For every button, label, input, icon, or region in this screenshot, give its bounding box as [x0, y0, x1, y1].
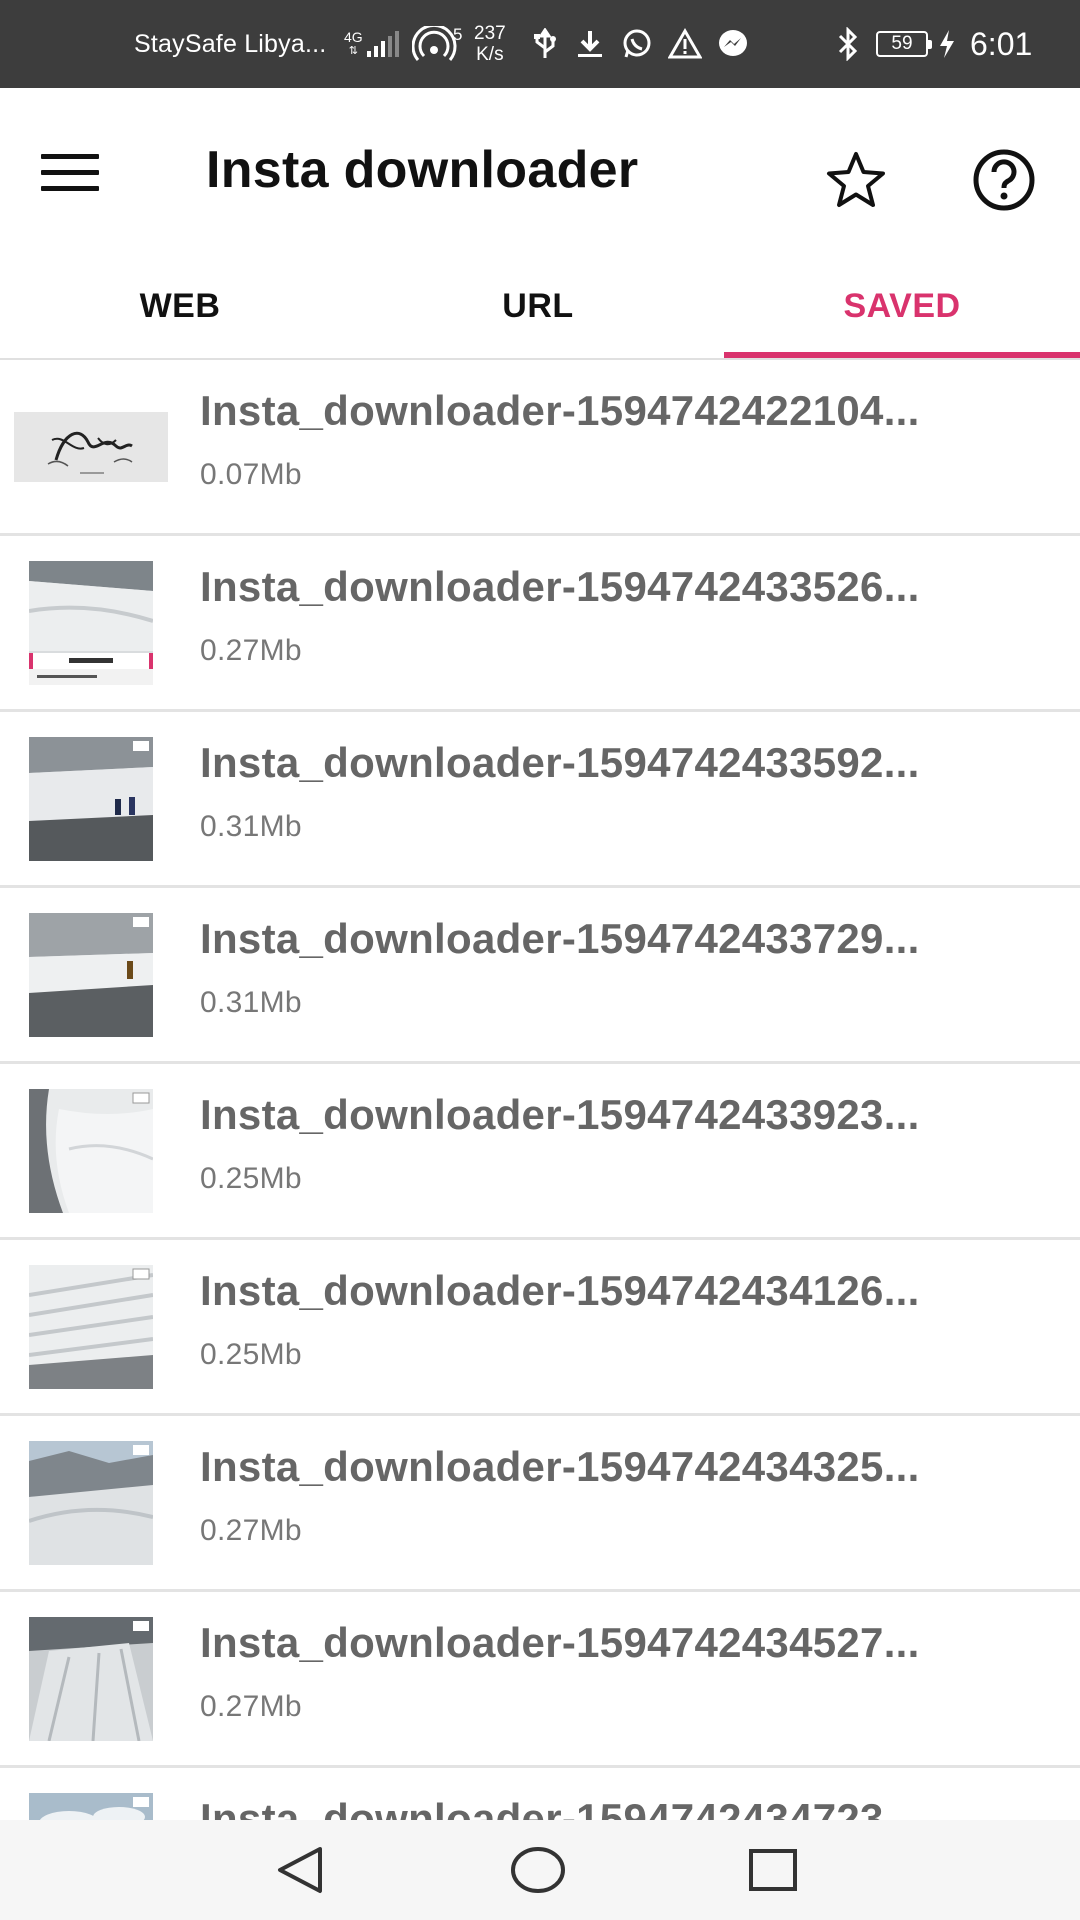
thumbnail-glacier-clouds: [29, 1793, 153, 1820]
battery-level: 59: [891, 33, 913, 54]
recents-icon[interactable]: [738, 1840, 808, 1900]
file-name: Insta_downloader-1594742434325...: [200, 1443, 920, 1490]
file-size: 0.31Mb: [200, 810, 302, 843]
bluetooth-icon: [836, 0, 860, 88]
file-name: Insta_downloader-1594742434723...: [200, 1795, 920, 1820]
network-type-label: 4G: [344, 29, 363, 45]
menu-icon[interactable]: [30, 132, 110, 212]
thumbnail-glacier-folds: [29, 1265, 153, 1389]
list-item[interactable]: Insta_downloader-1594742434325... 0.27Mb: [0, 1416, 1080, 1592]
download-icon: [578, 31, 602, 57]
network-speed: 237 K/s: [474, 0, 506, 88]
thumbnail-glacier-person: [29, 913, 153, 1037]
file-size: 0.27Mb: [200, 1514, 302, 1547]
list-item[interactable]: Insta_downloader-1594742434527... 0.27Mb: [0, 1592, 1080, 1768]
hotspot-icon: 5: [412, 0, 464, 88]
app-bar: Insta downloader: [0, 88, 1080, 254]
speed-value: 237: [474, 23, 506, 44]
file-size: 0.07Mb: [200, 458, 302, 491]
star-icon[interactable]: [816, 140, 896, 220]
speed-unit: K/s: [476, 44, 504, 65]
hotspot-count: 5: [453, 26, 462, 44]
file-name: Insta_downloader-1594742422104...: [200, 387, 920, 434]
thumbnail-glacier-slope: [29, 1617, 153, 1741]
file-name: Insta_downloader-1594742433923...: [200, 1091, 920, 1138]
tab-bar: WEB URL SAVED: [0, 254, 1080, 361]
status-bar: StaySafe Libya... 4G ⇅ 5 237 K/s 59 6:01: [0, 0, 1080, 88]
list-item[interactable]: Insta_downloader-1594742434126... 0.25Mb: [0, 1240, 1080, 1416]
tab-web[interactable]: WEB: [0, 254, 360, 358]
thumbnail-glacier-cover: [29, 1089, 153, 1213]
tab-indicator: [724, 352, 1080, 358]
carrier-name: StaySafe Libya...: [134, 29, 327, 58]
list-item[interactable]: Insta_downloader-1594742433592... 0.31Mb: [0, 712, 1080, 888]
system-nav-bar: [0, 1820, 1080, 1920]
clock: 6:01: [970, 25, 1033, 62]
messenger-icon: [719, 30, 747, 56]
file-size: 0.27Mb: [200, 634, 302, 667]
list-item[interactable]: Insta_downloader-1594742422104... 0.07Mb: [0, 360, 1080, 536]
warning-icon: [668, 28, 702, 59]
file-size: 0.25Mb: [200, 1338, 302, 1371]
home-icon[interactable]: [503, 1840, 573, 1900]
list-item[interactable]: Insta_downloader-1594742433923... 0.25Mb: [0, 1064, 1080, 1240]
file-size: 0.25Mb: [200, 1162, 302, 1195]
thumbnail-glacier-caption: [29, 561, 153, 685]
tab-url[interactable]: URL: [358, 254, 718, 358]
tab-saved[interactable]: SAVED: [724, 254, 1080, 358]
usb-icon: [534, 28, 556, 58]
help-icon[interactable]: [964, 140, 1044, 220]
file-size: 0.27Mb: [200, 1690, 302, 1723]
page-title: Insta downloader: [206, 141, 639, 199]
network-type: 4G ⇅: [344, 29, 363, 57]
list-item[interactable]: Insta_downloader-1594742434723...: [0, 1768, 1080, 1820]
file-name: Insta_downloader-1594742434527...: [200, 1619, 920, 1666]
file-name: Insta_downloader-1594742433592...: [200, 739, 920, 786]
notification-icons: [530, 0, 750, 88]
list-item[interactable]: Insta_downloader-1594742433526... 0.27Mb: [0, 536, 1080, 712]
battery-icon: 59: [876, 0, 958, 88]
thumbnail-glacier-hikers: [29, 737, 153, 861]
back-icon[interactable]: [266, 1840, 336, 1900]
signal-bars-icon: [366, 0, 402, 88]
file-name: Insta_downloader-1594742434126...: [200, 1267, 920, 1314]
thumbnail-glacier-sky: [29, 1441, 153, 1565]
list-item[interactable]: Insta_downloader-1594742433729... 0.31Mb: [0, 888, 1080, 1064]
thumbnail-calligraphy-logo: [14, 412, 168, 482]
whatsapp-icon: [623, 29, 651, 58]
file-name: Insta_downloader-1594742433729...: [200, 915, 920, 962]
saved-files-list[interactable]: Insta_downloader-1594742422104... 0.07Mb…: [0, 360, 1080, 1820]
charging-bolt-icon: [940, 30, 954, 58]
file-size: 0.31Mb: [200, 986, 302, 1019]
file-name: Insta_downloader-1594742433526...: [200, 563, 920, 610]
